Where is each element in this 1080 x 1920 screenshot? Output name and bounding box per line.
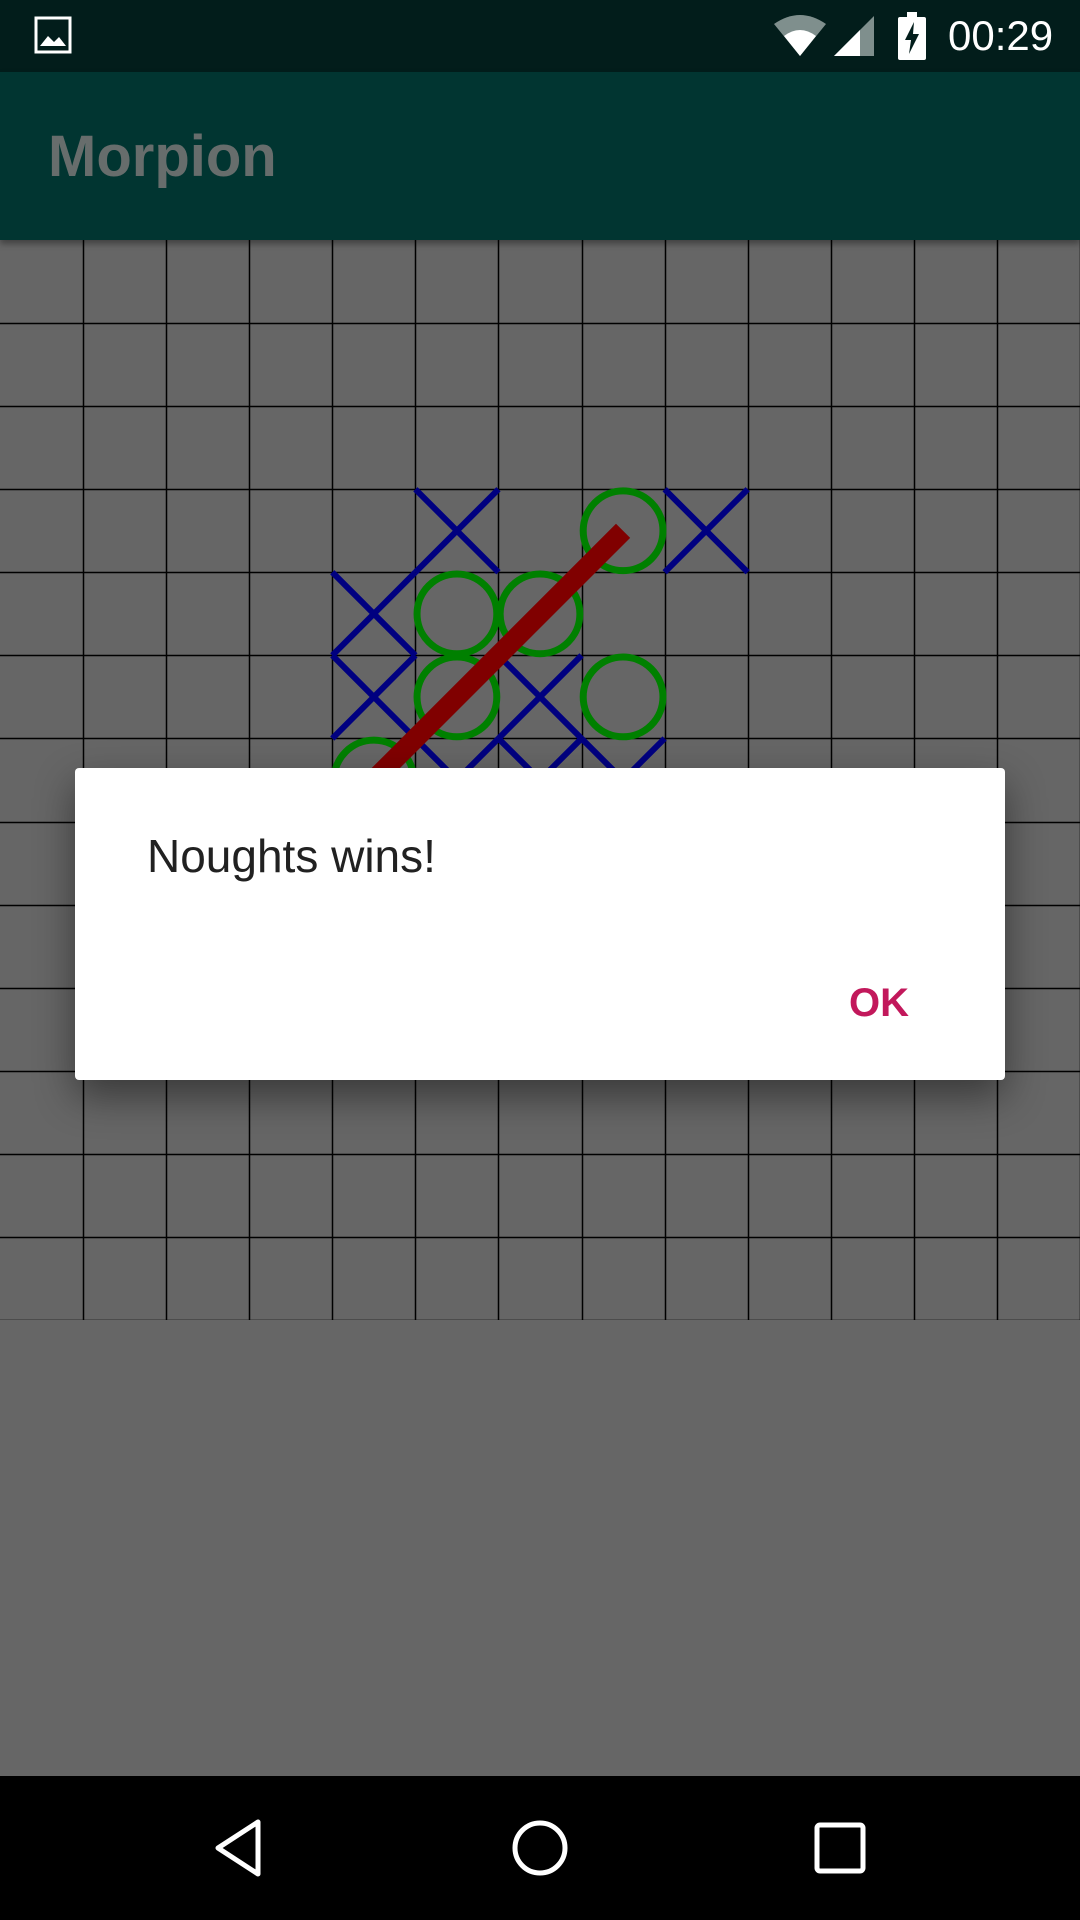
- nought-mark: [579, 653, 667, 741]
- gallery-notification-icon: [34, 16, 72, 54]
- cross-mark: [662, 487, 750, 575]
- nought-mark: [413, 570, 501, 658]
- back-icon[interactable]: [204, 1812, 276, 1884]
- app-bar: Morpion: [0, 72, 1080, 240]
- ok-button[interactable]: OK: [809, 963, 949, 1043]
- wifi-icon: [774, 15, 826, 56]
- battery-charging-icon: [898, 12, 926, 60]
- cross-mark: [330, 653, 418, 741]
- status-bar: 00:29: [0, 0, 1080, 72]
- navigation-bar: [0, 1776, 1080, 1920]
- cross-mark: [496, 653, 584, 741]
- status-clock: 00:29: [948, 12, 1054, 59]
- cross-mark: [330, 570, 418, 658]
- empty-area: [0, 1320, 1080, 1776]
- cross-mark: [413, 487, 501, 575]
- home-icon[interactable]: [504, 1812, 576, 1884]
- recents-icon[interactable]: [804, 1812, 876, 1884]
- app-title: Morpion: [48, 124, 277, 189]
- result-dialog: Noughts wins! OK: [75, 768, 1005, 1080]
- dialog-message: Noughts wins!: [147, 830, 436, 882]
- cell-signal-icon: [834, 16, 874, 56]
